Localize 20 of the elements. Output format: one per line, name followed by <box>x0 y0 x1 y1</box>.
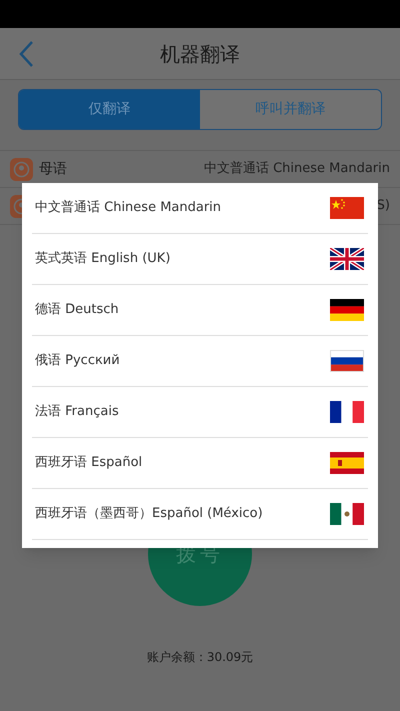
account-balance: 账户余额：30.09元 <box>146 649 254 666</box>
language-option[interactable]: 西班牙语 Español <box>32 438 368 489</box>
page-title: 机器翻译 <box>160 40 240 68</box>
language-option[interactable]: 俄语 Русский <box>32 336 368 387</box>
flag-icon <box>330 350 364 372</box>
flag-icon <box>330 452 364 474</box>
back-icon[interactable] <box>18 40 34 68</box>
user-icon <box>10 158 33 180</box>
setting-label: 母语 <box>39 160 67 178</box>
language-option[interactable]: 法语 Français <box>32 387 368 438</box>
user-icon <box>10 194 22 218</box>
flag-icon <box>330 248 364 270</box>
flag-icon <box>330 299 364 321</box>
language-option[interactable]: 西班牙语（墨西哥）Español (México) <box>32 489 368 540</box>
flag-icon <box>330 197 364 219</box>
language-option[interactable]: 英式英语 English (UK) <box>32 234 368 285</box>
language-option[interactable]: 中文普通话 Chinese Mandarin <box>32 183 368 234</box>
language-option[interactable]: 德语 Deutsch <box>32 285 368 336</box>
flag-icon <box>330 503 364 525</box>
flag-icon <box>330 401 364 423</box>
